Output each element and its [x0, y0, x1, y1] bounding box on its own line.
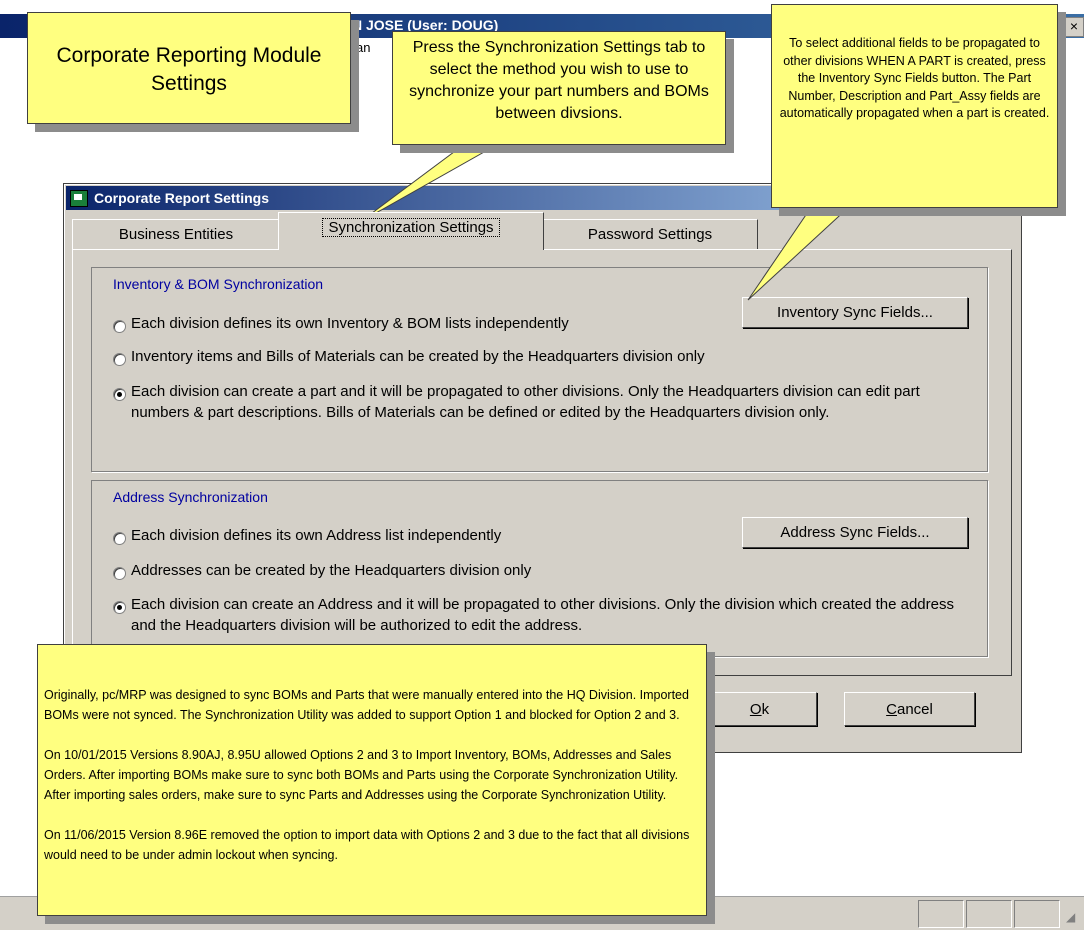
history-note-body: Originally, pc/MRP was designed to sync … — [44, 685, 704, 865]
sync-fields-hint-text: To select additional fields to be propag… — [779, 36, 1050, 120]
sync-tab-hint-text: Press the Synchronization Settings tab t… — [409, 39, 709, 122]
module-title-callout: Corporate Reporting Module Settings — [27, 12, 351, 124]
history-paragraph: On 11/06/2015 Version 8.96E removed the … — [44, 828, 690, 862]
history-paragraph: On 10/01/2015 Versions 8.90AJ, 8.95U all… — [44, 748, 679, 802]
history-paragraph: Originally, pc/MRP was designed to sync … — [44, 688, 689, 722]
history-note-callout: Originally, pc/MRP was designed to sync … — [37, 644, 707, 916]
tab-synchronization-settings[interactable]: Synchronization Settings — [278, 212, 544, 250]
sync-tab-pointer — [359, 142, 502, 223]
sync-fields-pointer — [747, 205, 852, 301]
tab-label: Synchronization Settings — [322, 218, 500, 237]
module-title-text: Corporate Reporting Module Settings — [56, 44, 322, 95]
sync-tab-callout: Press the Synchronization Settings tab t… — [392, 31, 726, 145]
sync-fields-callout: To select additional fields to be propag… — [771, 4, 1058, 208]
